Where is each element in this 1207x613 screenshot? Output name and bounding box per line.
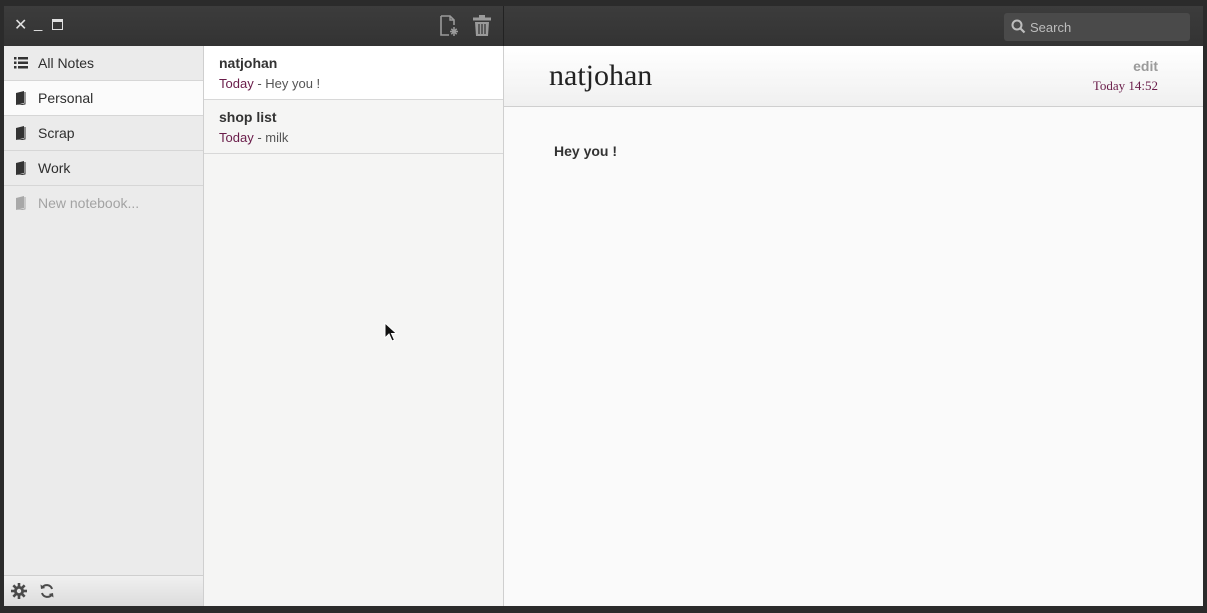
note-list: natjohan Today - Hey you ! shop list Tod…	[204, 46, 504, 606]
sidebar-item-all-notes[interactable]: All Notes	[4, 46, 203, 81]
notebook-icon	[16, 91, 26, 105]
note-body[interactable]: Hey you !	[554, 143, 617, 159]
sync-icon	[40, 584, 54, 598]
new-note-button[interactable]	[438, 14, 460, 38]
note-header: natjohan edit Today 14:52	[504, 46, 1203, 107]
delete-note-button[interactable]	[471, 14, 493, 38]
maximize-icon	[52, 19, 63, 30]
note-list-item[interactable]: natjohan Today - Hey you !	[204, 46, 503, 100]
notebook-icon	[16, 126, 26, 140]
note-summary: Today - Hey you !	[219, 76, 320, 91]
sidebar-item-work[interactable]: Work	[4, 151, 203, 186]
new-notebook-label: New notebook...	[38, 195, 140, 211]
note-view: natjohan edit Today 14:52 Hey you !	[504, 46, 1203, 606]
search-box	[1004, 13, 1190, 41]
note-preview: - milk	[253, 130, 289, 145]
note-list-item[interactable]: shop list Today - milk	[204, 100, 503, 154]
note-view-date: Today 14:52	[1092, 78, 1158, 93]
notebook-icon	[16, 161, 26, 175]
note-title: shop list	[219, 109, 277, 125]
sync-button[interactable]	[39, 583, 55, 599]
note-summary: Today - milk	[219, 130, 288, 145]
toolbar-left-section: ✕ _	[4, 6, 504, 46]
sidebar-footer	[4, 575, 203, 606]
app-window: ✕ _ Search All Notes Personal Scrap Work…	[4, 6, 1203, 606]
notebook-sidebar: All Notes Personal Scrap Work New notebo…	[4, 46, 204, 606]
list-icon	[14, 57, 28, 69]
sidebar-item-label: Personal	[38, 90, 94, 106]
search-icon	[1011, 19, 1026, 34]
sidebar-item-label: Scrap	[38, 125, 75, 141]
notebook-icon	[16, 196, 26, 210]
new-note-icon	[440, 15, 458, 36]
mouse-cursor-icon	[384, 322, 398, 342]
note-view-title: natjohan	[549, 59, 653, 92]
sidebar-item-label: Work	[38, 160, 71, 176]
new-notebook-item[interactable]: New notebook...	[4, 186, 203, 220]
edit-button[interactable]: edit	[1133, 58, 1158, 74]
search-input[interactable]	[1030, 13, 1186, 41]
sidebar-item-personal[interactable]: Personal	[4, 81, 203, 116]
note-title: natjohan	[219, 55, 278, 71]
note-date: Today	[219, 76, 254, 91]
note-date: Today	[219, 130, 254, 145]
window-minimize-button[interactable]: _	[34, 12, 42, 36]
sidebar-item-label: All Notes	[38, 55, 95, 71]
gear-icon	[11, 583, 27, 599]
window-maximize-button[interactable]	[52, 14, 63, 38]
settings-button[interactable]	[11, 583, 27, 599]
trash-icon	[473, 15, 491, 36]
window-close-button[interactable]: ✕	[14, 14, 27, 38]
sidebar-item-scrap[interactable]: Scrap	[4, 116, 203, 151]
top-toolbar: ✕ _	[4, 6, 1203, 46]
note-preview: - Hey you !	[253, 76, 321, 91]
